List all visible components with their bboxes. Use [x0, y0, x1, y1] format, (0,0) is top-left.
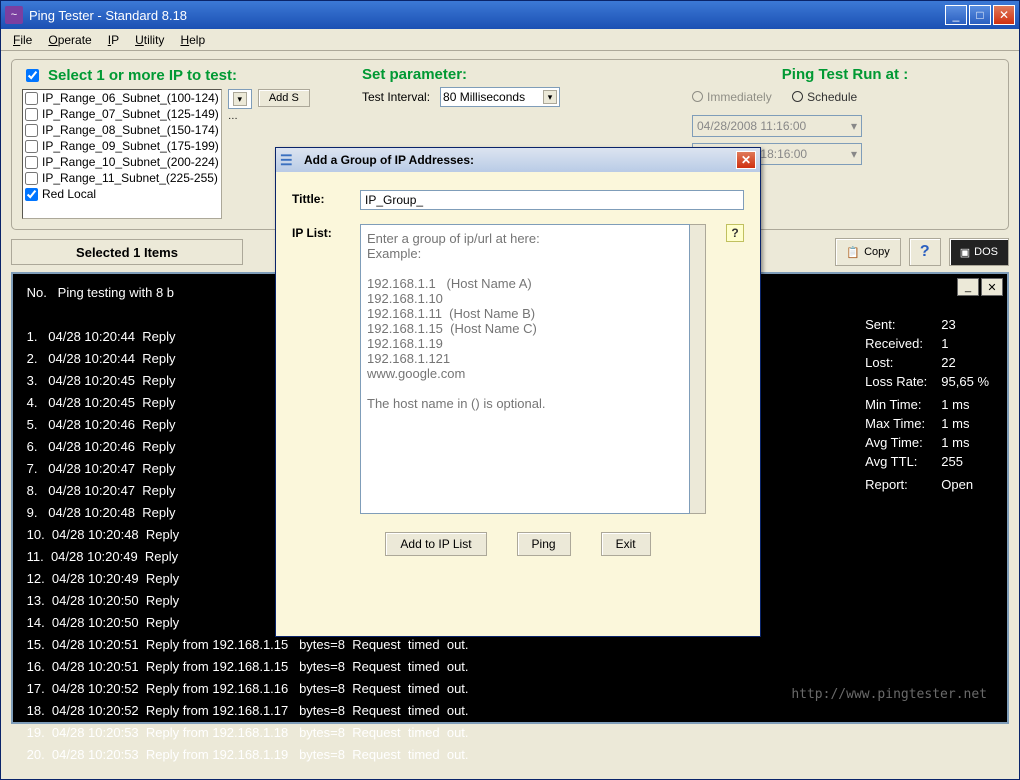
dos-button[interactable]: ▣DOS [949, 238, 1009, 266]
close-button[interactable]: ✕ [993, 5, 1015, 25]
ip-item-checkbox[interactable] [25, 172, 38, 185]
menu-file[interactable]: File [5, 31, 40, 49]
console-minimize-button[interactable]: _ [957, 278, 979, 296]
ip-item-checkbox[interactable] [25, 92, 38, 105]
copy-icon: 📋 [846, 246, 860, 259]
dialog-title: Add a Group of IP Addresses: [304, 153, 474, 167]
ip-list-dropdown-icon[interactable]: ▾ [228, 89, 252, 109]
list-item[interactable]: IP_Range_09_Subnet_(175-199) [23, 138, 221, 154]
dialog-iplist-label: IP List: [292, 224, 360, 240]
exit-button[interactable]: Exit [601, 532, 651, 556]
menu-operate[interactable]: Operate [40, 31, 99, 49]
list-item[interactable]: Red Local [23, 186, 221, 202]
scrollbar[interactable] [690, 224, 706, 514]
ip-item-checkbox[interactable] [25, 108, 38, 121]
title-bar: ~ Ping Tester - Standard 8.18 _ □ ✕ [1, 1, 1019, 29]
section-set-parameter: Set parameter: [362, 66, 682, 83]
ip-list[interactable]: IP_Range_06_Subnet_(100-124)IP_Range_07_… [22, 89, 222, 219]
window-title: Ping Tester - Standard 8.18 [29, 8, 187, 23]
list-item[interactable]: IP_Range_06_Subnet_(100-124) [23, 90, 221, 106]
list-item[interactable]: IP_Range_08_Subnet_(150-174) [23, 122, 221, 138]
console-close-button[interactable]: ✕ [981, 278, 1003, 296]
test-interval-select[interactable]: 80 Milliseconds▾ [440, 87, 560, 107]
maximize-button[interactable]: □ [969, 5, 991, 25]
datetime-start[interactable]: 04/28/2008 11:16:00▾ [692, 115, 862, 137]
minimize-button[interactable]: _ [945, 5, 967, 25]
add-ip-group-dialog: ☰ Add a Group of IP Addresses: ✕ Tittle:… [275, 147, 761, 637]
terminal-icon: ▣ [960, 246, 970, 259]
section-select-ip: Select 1 or more IP to test: [22, 66, 352, 85]
section-run-at: Ping Test Run at : [692, 66, 998, 83]
menu-help[interactable]: Help [172, 31, 213, 49]
ip-item-checkbox[interactable] [25, 188, 38, 201]
menu-bar: File Operate IP Utility Help [1, 29, 1019, 51]
menu-ip[interactable]: IP [100, 31, 127, 49]
radio-immediately[interactable]: Immediately [692, 90, 772, 104]
dialog-title-label: Tittle: [292, 190, 360, 206]
select-all-checkbox[interactable] [26, 69, 39, 82]
selected-items-label: Selected 1 Items [11, 239, 243, 265]
ip-item-checkbox[interactable] [25, 124, 38, 137]
add-to-ip-list-button[interactable]: Add to IP List [385, 532, 486, 556]
list-item[interactable]: IP_Range_07_Subnet_(125-149) [23, 106, 221, 122]
ip-item-checkbox[interactable] [25, 156, 38, 169]
iplist-help-icon[interactable]: ? [726, 224, 744, 242]
stats-panel: Sent:23Received:1Lost:22Loss Rate:95,65 … [857, 314, 997, 495]
list-item[interactable]: IP_Range_10_Subnet_(200-224) [23, 154, 221, 170]
menu-utility[interactable]: Utility [127, 31, 172, 49]
ip-item-checkbox[interactable] [25, 140, 38, 153]
copy-button[interactable]: 📋Copy [835, 238, 900, 266]
add-s-button[interactable]: Add S [258, 89, 310, 107]
dialog-icon: ☰ [280, 152, 298, 168]
app-icon: ~ [5, 6, 23, 24]
ip-list-textarea[interactable] [360, 224, 690, 514]
test-interval-label: Test Interval: [362, 90, 430, 104]
list-item[interactable]: IP_Range_11_Subnet_(225-255) [23, 170, 221, 186]
group-title-input[interactable] [360, 190, 744, 210]
footer-url: http://www.pingtester.net [791, 687, 987, 702]
help-icon[interactable]: ? [909, 238, 941, 266]
radio-schedule[interactable]: Schedule [792, 90, 857, 104]
ping-button[interactable]: Ping [517, 532, 571, 556]
dialog-close-button[interactable]: ✕ [736, 151, 756, 169]
